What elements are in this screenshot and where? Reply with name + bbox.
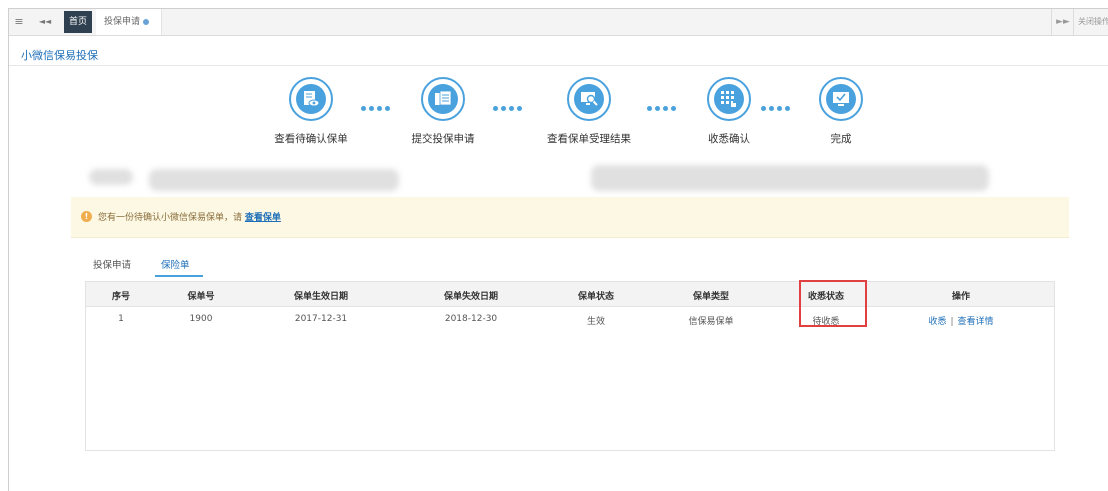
step-complete: 完成: [781, 77, 901, 146]
col-header: 保单失效日期: [443, 292, 498, 302]
monitor-check-icon: [826, 84, 856, 114]
redacted-field: [149, 169, 399, 191]
tab-insurance-apply[interactable]: 投保申请: [96, 9, 162, 35]
cell-end-date: 2018-12-30: [444, 314, 498, 324]
cell-operations: 收悉 | 查看详情: [928, 317, 994, 327]
col-header: 序号: [111, 292, 130, 302]
col-header: 保单生效日期: [293, 292, 348, 302]
cell-index: 1: [118, 314, 124, 324]
highlight-box: [799, 280, 867, 327]
col-header: 保单状态: [577, 292, 614, 302]
tab-scroll-right-icon[interactable]: ►►: [1051, 9, 1074, 35]
step-label: 提交投保申请: [411, 133, 475, 145]
table-header: 序号 保单号 保单生效日期 保单失效日期 保单状态 保单类型 收悉状态 操作: [86, 282, 1054, 307]
step-connector: [493, 96, 525, 111]
step-label: 查看待确认保单: [274, 133, 348, 145]
close-operations-button[interactable]: 关闭操作: [1073, 9, 1108, 35]
subtab-insurance-apply[interactable]: 投保申请: [93, 257, 131, 271]
redacted-field: [89, 169, 133, 185]
step-receipt-confirm: 收悉确认: [669, 77, 789, 146]
tab-close-icon[interactable]: [143, 18, 150, 25]
document-eye-icon: [296, 84, 326, 114]
view-policy-link[interactable]: 查看保单: [245, 213, 281, 223]
col-header: 操作: [951, 292, 970, 302]
view-details-link[interactable]: 查看详情: [958, 317, 994, 327]
divider: [9, 65, 1108, 66]
cell-type: 信保易保单: [688, 317, 734, 327]
step-view-result: 查看保单受理结果: [529, 77, 649, 146]
tab-home[interactable]: 首页: [64, 11, 92, 33]
tab-bar: ≡ ◄◄ 首页 投保申请 ►► 关闭操作: [9, 9, 1108, 36]
cell-policy-no: 1900: [189, 314, 213, 324]
monitor-search-icon: [574, 84, 604, 114]
document-form-icon: [428, 84, 458, 114]
menu-icon[interactable]: ≡: [9, 9, 29, 35]
cell-status: 生效: [586, 317, 605, 327]
receipt-confirm-link[interactable]: 收悉: [928, 317, 946, 327]
subtab-policy[interactable]: 保险单: [161, 257, 190, 271]
step-submit-application: 提交投保申请: [383, 77, 503, 146]
redacted-field: [591, 165, 989, 191]
warning-icon: !: [81, 211, 92, 222]
step-label: 收悉确认: [708, 133, 750, 145]
pending-policy-alert: ! 您有一份待确认小微信保易保单，请 查看保单: [71, 197, 1069, 238]
col-header: 保单号: [187, 292, 215, 302]
policy-table: 序号 保单号 保单生效日期 保单失效日期 保单状态 保单类型 收悉状态 操作 1…: [85, 281, 1055, 451]
step-view-pending: 查看待确认保单: [251, 77, 371, 146]
tab-scroll-left-icon[interactable]: ◄◄: [33, 9, 57, 35]
step-label: 查看保单受理结果: [547, 133, 631, 145]
alert-message: 您有一份待确认小微信保易保单，请 查看保单: [98, 213, 281, 223]
app-frame: ≡ ◄◄ 首页 投保申请 ►► 关闭操作 小微信保易投保 查看待确认保单 提交投…: [8, 8, 1108, 491]
keypad-touch-icon: [714, 84, 744, 114]
col-header: 保单类型: [692, 292, 729, 302]
cell-start-date: 2017-12-31: [294, 314, 348, 324]
step-label: 完成: [830, 133, 852, 145]
tab-label: 投保申请: [104, 17, 141, 27]
active-tab-indicator: [155, 275, 203, 277]
page-title: 小微信保易投保: [21, 49, 98, 62]
